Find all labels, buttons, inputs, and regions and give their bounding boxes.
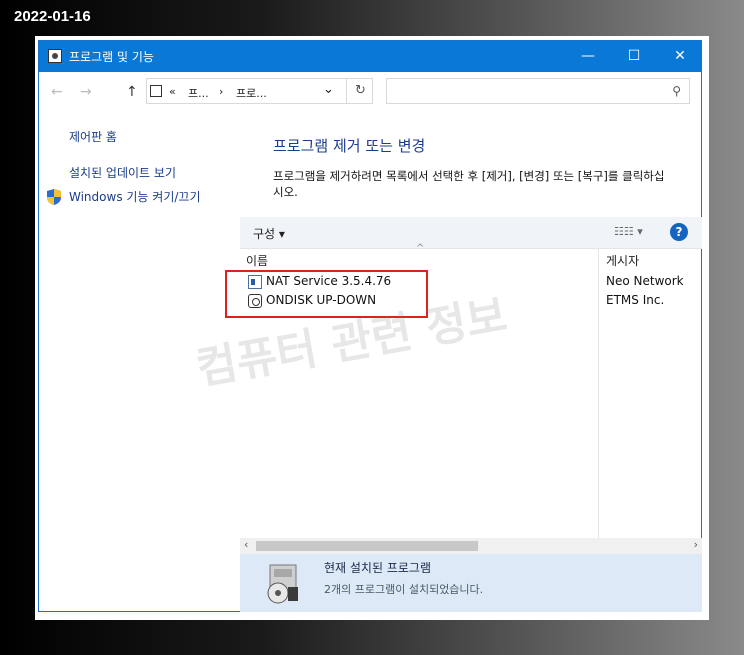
- horizontal-scrollbar[interactable]: ‹ ›: [240, 538, 702, 554]
- chevron-down-icon[interactable]: ⌄: [323, 82, 334, 97]
- search-input[interactable]: ⚲: [386, 78, 690, 104]
- maximize-button[interactable]: ☐: [611, 41, 657, 72]
- scrollbar-thumb[interactable]: [256, 541, 478, 551]
- list-header: 이름 ^ 게시자: [240, 243, 702, 269]
- program-publisher: Neo Network: [606, 274, 684, 288]
- address-row: ← → ↑ « 프... › 프로... ⌄ ↻ ⚲: [39, 72, 701, 112]
- command-bar: 구성 ▾ ☷☷ ▾ ?: [240, 217, 702, 249]
- address-bar[interactable]: « 프... › 프로... ⌄: [146, 78, 373, 104]
- programs-and-features-window: 프로그램 및 기능 — ☐ ✕ ← → ↑ « 프... › 프로... ⌄ ↻…: [38, 40, 702, 612]
- control-panel-icon: [48, 49, 62, 63]
- view-options-button[interactable]: ☷☷ ▾: [614, 225, 643, 238]
- installed-programs-count: 2개의 프로그램이 설치되었습니다.: [324, 583, 484, 596]
- breadcrumb-overflow[interactable]: «: [169, 85, 176, 98]
- date-stamp: 2022-01-16: [14, 8, 91, 25]
- window-title: 프로그램 및 기능: [69, 50, 154, 64]
- scroll-left-icon[interactable]: ‹: [244, 538, 248, 551]
- sidebar-item-installed-updates[interactable]: 설치된 업데이트 보기: [69, 164, 176, 181]
- column-header-name[interactable]: 이름: [246, 252, 268, 269]
- page-description: 프로그램을 제거하려면 목록에서 선택한 후 [제거], [변경] 또는 [복구…: [273, 169, 665, 199]
- forward-button[interactable]: →: [80, 84, 92, 100]
- help-icon[interactable]: ?: [670, 223, 688, 241]
- installed-programs-title: 현재 설치된 프로그램: [324, 561, 431, 575]
- minimize-button[interactable]: —: [565, 41, 611, 72]
- installed-programs-icon: [267, 564, 298, 604]
- search-icon: ⚲: [672, 84, 681, 98]
- sidebar-item-control-panel-home[interactable]: 제어판 홈: [69, 128, 117, 145]
- sort-ascending-icon: ^: [416, 243, 425, 254]
- control-panel-icon: [150, 85, 162, 97]
- page-title: 프로그램 제거 또는 변경: [273, 137, 426, 155]
- program-publisher: ETMS Inc.: [606, 293, 665, 307]
- details-pane: 현재 설치된 프로그램 2개의 프로그램이 설치되었습니다.: [240, 554, 702, 612]
- breadcrumb-separator-icon[interactable]: ›: [219, 85, 223, 98]
- organize-button[interactable]: 구성 ▾: [253, 225, 285, 242]
- title-bar[interactable]: 프로그램 및 기능 — ☐ ✕: [39, 41, 701, 72]
- shield-icon: [47, 189, 61, 205]
- breadcrumb-item-1[interactable]: 프...: [188, 85, 209, 101]
- column-header-publisher[interactable]: 게시자: [606, 252, 639, 269]
- up-button[interactable]: ↑: [126, 84, 138, 100]
- scroll-right-icon[interactable]: ›: [694, 538, 698, 551]
- sidebar-item-windows-features[interactable]: Windows 기능 켜기/끄기: [69, 188, 200, 205]
- breadcrumb-item-2[interactable]: 프로...: [236, 85, 267, 101]
- back-button[interactable]: ←: [51, 84, 63, 100]
- close-button[interactable]: ✕: [657, 41, 703, 72]
- refresh-button[interactable]: ↻: [346, 78, 374, 104]
